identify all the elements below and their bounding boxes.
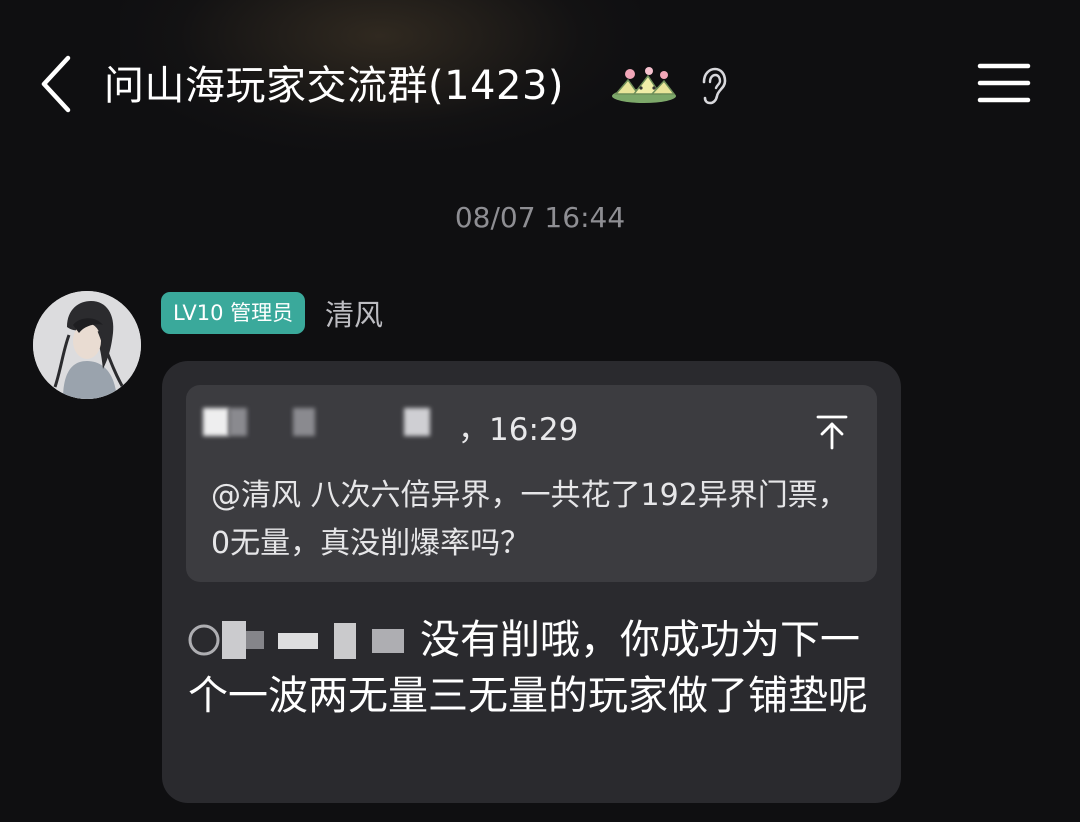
reply-text: 没有削哦，你成功为下一个一波两无量三无量的玩家做了铺垫呢 <box>188 617 868 719</box>
chat-header: 问山海玩家交流群(1423) <box>0 0 1080 170</box>
quote-text: @清风 八次六倍异界，一共花了192异界门票，0无量，真没削爆率吗？ <box>211 478 848 561</box>
back-button[interactable] <box>34 52 82 116</box>
redacted-name-block <box>293 408 315 436</box>
hamburger-menu-icon <box>977 63 1031 103</box>
quote-time: ，16:29 <box>458 412 579 448</box>
chat-title: 问山海玩家交流群(1423) <box>104 63 565 109</box>
group-emblem-icon <box>608 66 678 106</box>
role-badge: LV10 管理员 <box>161 292 306 334</box>
sender-name[interactable]: 清风 <box>325 294 383 336</box>
redacted-name-block <box>203 408 229 436</box>
message-timestamp: 08/07 16:44 <box>454 201 626 234</box>
menu-button[interactable] <box>976 60 1032 106</box>
jump-to-original-icon[interactable] <box>814 414 850 450</box>
redacted-name-block <box>229 408 247 436</box>
redacted-name-block <box>404 408 430 436</box>
ear-icon[interactable] <box>696 66 728 106</box>
avatar[interactable] <box>33 291 141 399</box>
chevron-left-icon <box>41 55 71 113</box>
